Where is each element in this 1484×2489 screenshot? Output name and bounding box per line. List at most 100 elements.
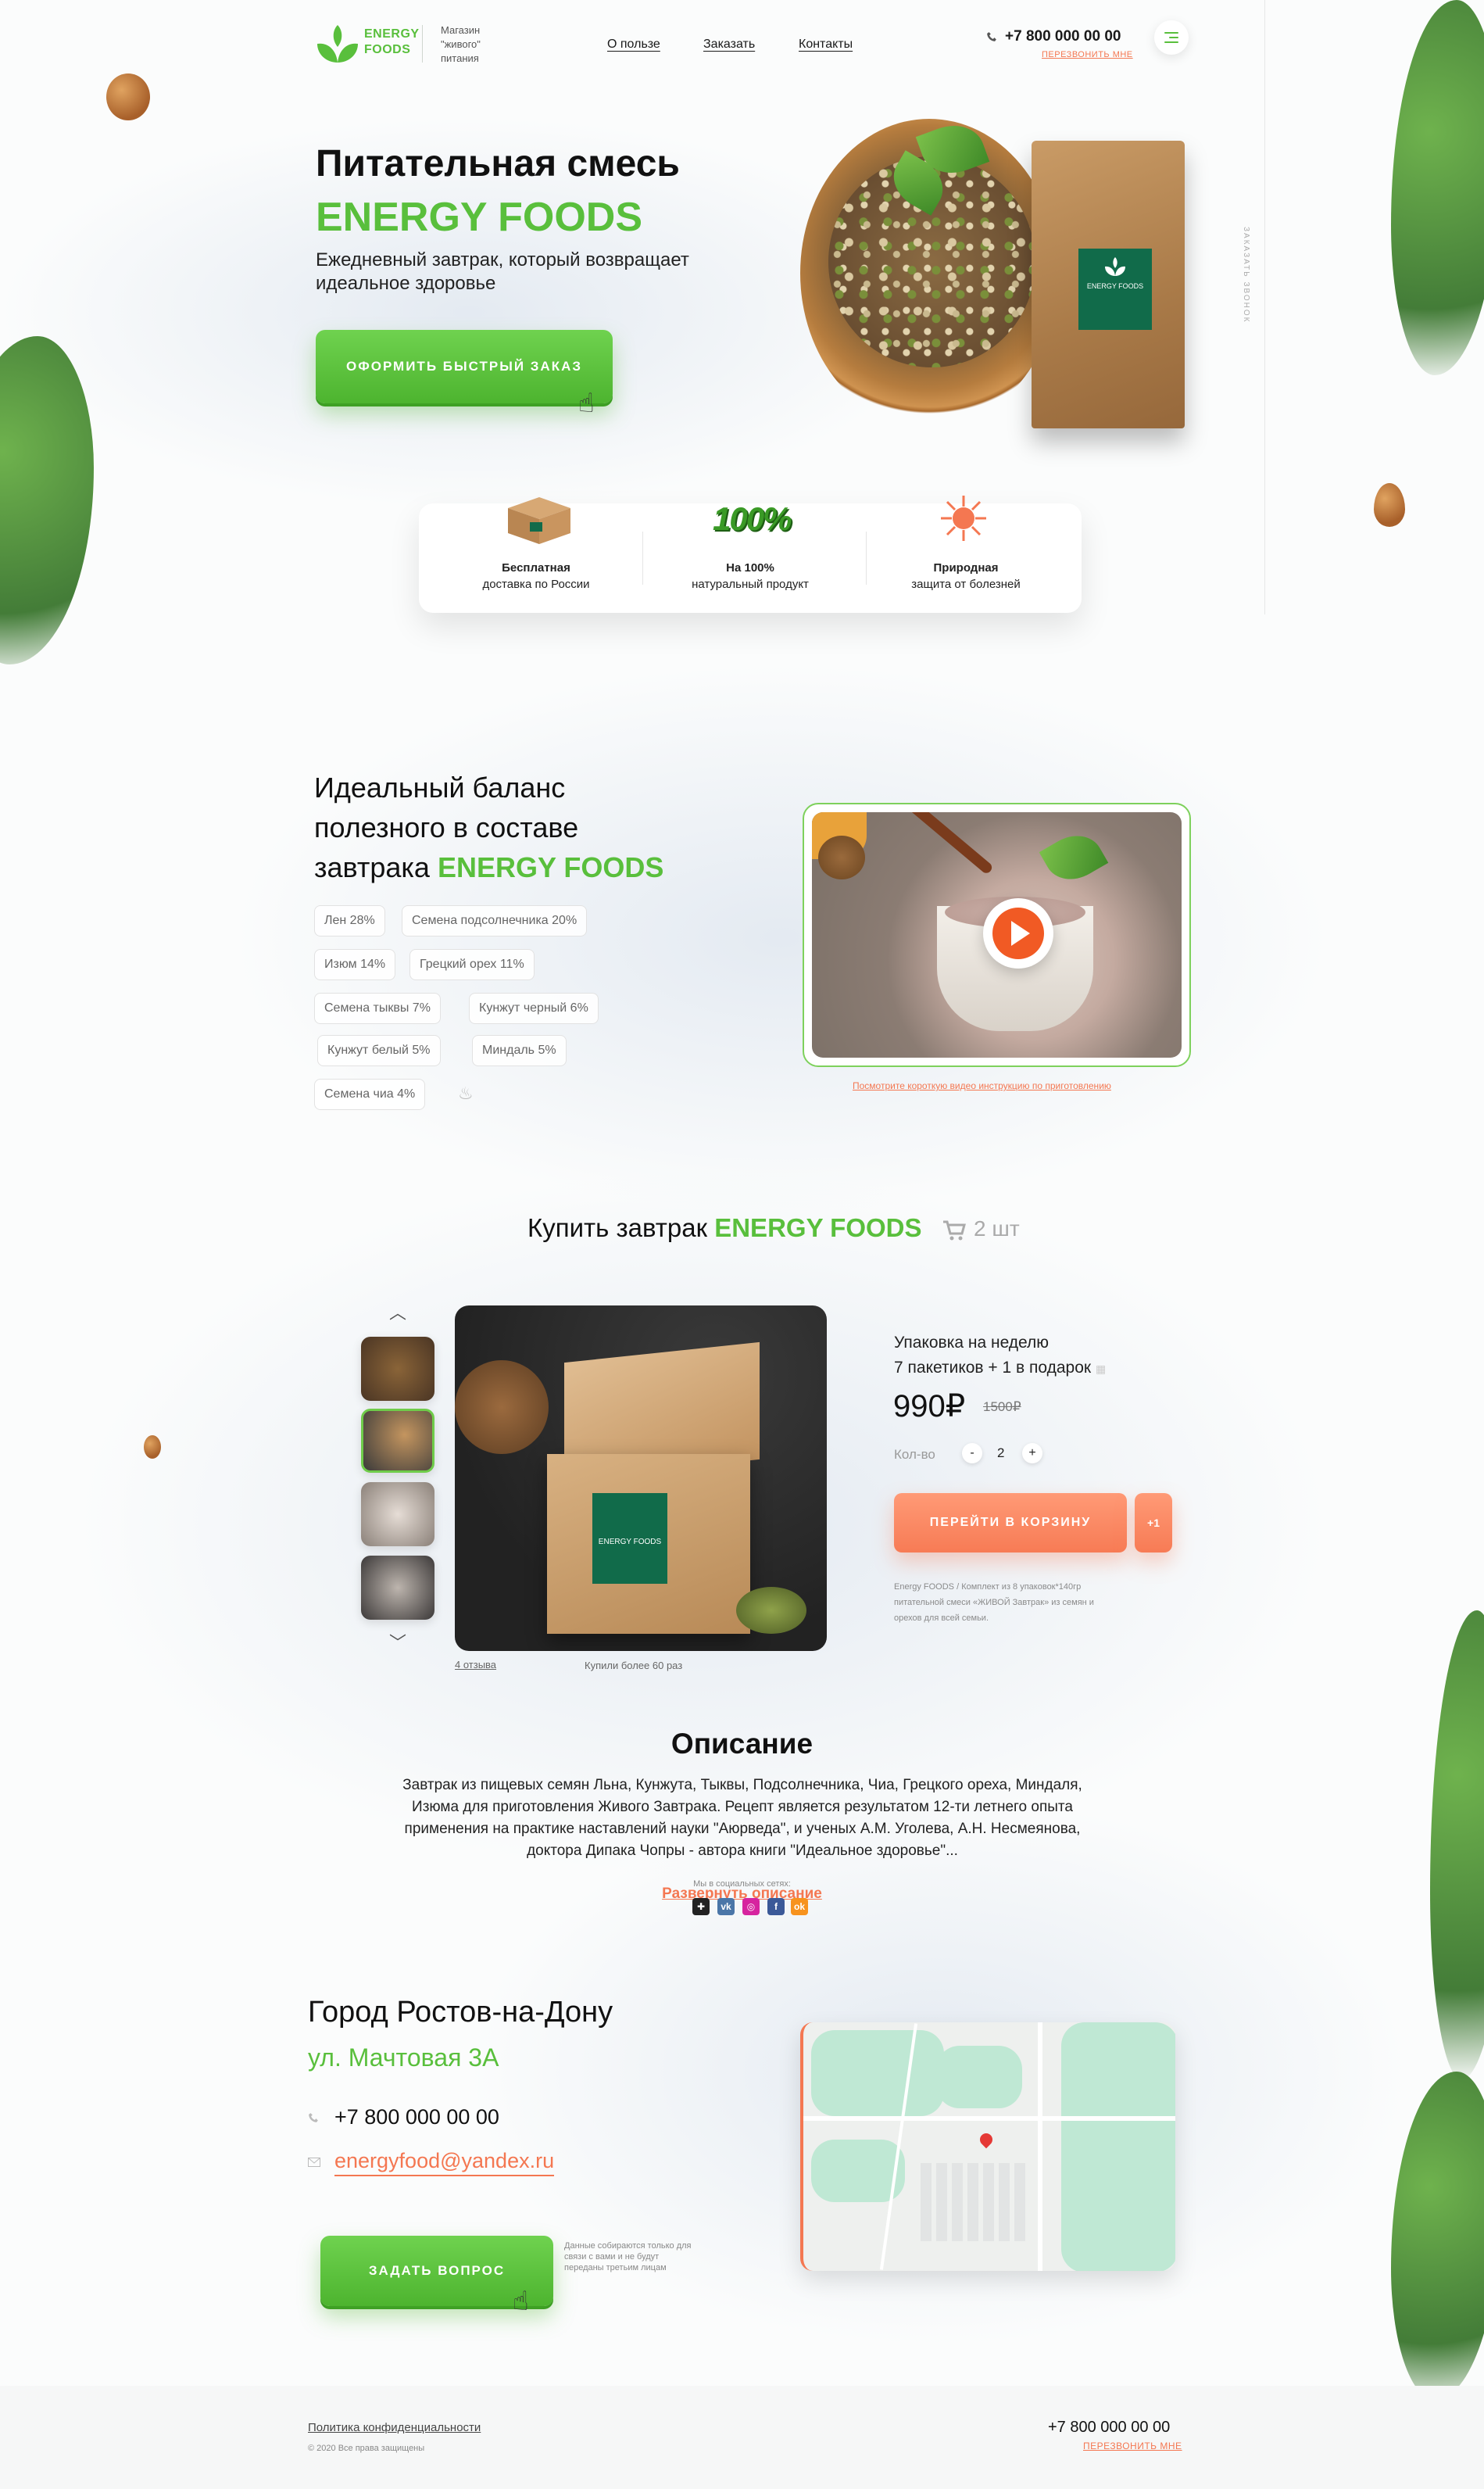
- location-map[interactable]: [800, 2022, 1175, 2271]
- footer-phone[interactable]: +7 800 000 00 00: [1048, 2419, 1170, 2437]
- cinnamon-decor: [897, 812, 994, 876]
- play-button[interactable]: [983, 898, 1053, 969]
- product-thumbnail-selected[interactable]: [361, 1409, 434, 1473]
- hero-subtitle: Ежедневный завтрак, который возвращает и…: [316, 249, 689, 294]
- copyright: © 2020 Все права защищены: [308, 2444, 425, 2453]
- logo-line1: ENERGY: [364, 27, 420, 41]
- product-thumbnail[interactable]: [361, 1337, 434, 1401]
- feature-protection: Природная защита от болезней: [911, 561, 1021, 591]
- ingredient-chip: Семена чиа 4%: [314, 1079, 426, 1110]
- chevron-down-icon[interactable]: ﹀: [389, 1629, 406, 1654]
- add-one-button[interactable]: +1: [1135, 1493, 1172, 1552]
- privacy-note: Данные собираются только для связи с вам…: [564, 2241, 692, 2272]
- ingredient-chip: Кунжут белый 5%: [317, 1035, 441, 1066]
- gift-icon: ▦: [1095, 1363, 1107, 1375]
- pack-leaf-icon: [1105, 257, 1125, 276]
- ingredient-chip: Семена тыквы 7%: [314, 993, 441, 1024]
- phone-icon: [309, 2113, 318, 2122]
- logo-text[interactable]: ENERGY FOODS: [364, 27, 420, 58]
- leaves-decor: [1391, 2072, 1484, 2400]
- logo-divider: [422, 25, 423, 63]
- logo-line2: FOODS: [364, 43, 411, 56]
- quantity-value[interactable]: 2: [997, 1445, 1004, 1461]
- hero-brand: ENERGY FOODS: [316, 195, 643, 240]
- nav-benefits[interactable]: О пользе: [607, 38, 660, 52]
- package-description: Упаковка на неделю 7 пакетиков + 1 в под…: [894, 1334, 1107, 1377]
- plus-social-icon[interactable]: ✚: [692, 1898, 710, 1915]
- leaf-logo-icon[interactable]: [316, 23, 359, 64]
- description-title: Описание: [670, 1728, 814, 1760]
- hand-cursor-icon: ☝: [578, 389, 595, 418]
- map-pin-icon[interactable]: [977, 2130, 996, 2149]
- header-callback-link[interactable]: ПЕРЕЗВОНИТЬ МНЕ: [1042, 50, 1133, 59]
- side-callback-text[interactable]: ЗАКАЗАТЬ ЗВОНОК: [1242, 227, 1250, 323]
- vk-icon[interactable]: vk: [717, 1898, 735, 1915]
- price: 990₽: [893, 1389, 966, 1424]
- box-label: ENERGY FOODS: [592, 1493, 667, 1584]
- leaves-decor: [1430, 1610, 1484, 2079]
- mail-icon: [308, 2158, 320, 2167]
- description-text: Завтрак из пищевых семян Льна, Кунжута, …: [402, 1777, 1082, 1859]
- product-thumbnail[interactable]: [361, 1556, 434, 1620]
- natural-100-icon: 100%: [713, 500, 792, 537]
- nav-order[interactable]: Заказать: [703, 38, 755, 52]
- product-main-image: ENERGY FOODS: [455, 1305, 827, 1651]
- quantity-plus-button[interactable]: +: [1022, 1443, 1042, 1463]
- ingredient-chip: Изюм 14%: [314, 949, 396, 980]
- footer: [0, 2386, 1484, 2489]
- chevron-up-icon[interactable]: ︿: [389, 1299, 406, 1324]
- bowl-icon: ♨: [458, 1083, 474, 1103]
- ingredient-chip: Лен 28%: [314, 905, 385, 937]
- product-thumbnail[interactable]: [361, 1482, 434, 1546]
- reviews-link[interactable]: 4 отзыва: [455, 1659, 496, 1671]
- nav-contacts[interactable]: Контакты: [799, 38, 853, 52]
- go-to-cart-button[interactable]: ПЕРЕЙТИ В КОРЗИНУ: [894, 1493, 1127, 1552]
- hand-cursor-icon: ☝: [513, 2287, 529, 2316]
- bought-count: Купили более 60 раз: [585, 1660, 683, 1671]
- logo-tagline: Магазин "живого" питания: [441, 24, 481, 64]
- leaves-decor: [1391, 0, 1484, 375]
- phone-icon: [987, 32, 996, 41]
- virus-icon: [941, 496, 986, 541]
- delivery-box-icon: [508, 497, 570, 544]
- contact-phone[interactable]: +7 800 000 00 00: [334, 2105, 499, 2129]
- product-note: Energy FOODS / Комплект из 8 упаковок*14…: [894, 1582, 1094, 1623]
- old-price: 1500₽: [983, 1399, 1021, 1414]
- odnoklassniki-icon[interactable]: ok: [791, 1898, 808, 1915]
- cart-icon[interactable]: [942, 1219, 966, 1241]
- ingredient-chip: Грецкий орех 11%: [409, 949, 535, 980]
- video-instruction-link[interactable]: Посмотрите короткую видео инструкцию по …: [853, 1080, 1111, 1091]
- ingredient-chip: Миндаль 5%: [472, 1035, 567, 1066]
- pumpkin-seeds-decor: [736, 1587, 806, 1634]
- leaves-decor: [0, 336, 94, 664]
- almond-decor: [1374, 483, 1405, 527]
- ingredient-chip: Семена подсолнечника 20%: [402, 905, 588, 937]
- mint-leaf-decor: [1039, 825, 1109, 890]
- walnut-decor: [818, 836, 865, 879]
- walnut-decor: [106, 73, 150, 120]
- contact-street: ул. Мачтовая 3А: [308, 2043, 499, 2072]
- feature-natural: На 100% натуральный продукт: [692, 561, 809, 591]
- video-player[interactable]: [803, 803, 1191, 1067]
- hero-title: Питательная смесь: [316, 143, 680, 184]
- header-phone[interactable]: +7 800 000 00 00: [1005, 28, 1121, 45]
- quick-order-button[interactable]: ОФОРМИТЬ БЫСТРЫЙ ЗАКАЗ: [316, 330, 613, 403]
- contact-email[interactable]: energyfood@yandex.ru: [334, 2149, 555, 2176]
- privacy-policy-link[interactable]: Политика конфиденциальности: [308, 2421, 481, 2434]
- menu-icon: [1164, 32, 1178, 34]
- balance-title: Идеальный баланс полезного в составе зав…: [314, 772, 664, 883]
- cart-count: 2 шт: [974, 1216, 1020, 1241]
- feature-delivery: Бесплатная доставка по России: [482, 561, 590, 591]
- play-icon: [992, 908, 1044, 959]
- contact-city: Город Ростов-на-Дону: [308, 1996, 613, 2029]
- quantity-label: Кол-во: [894, 1447, 935, 1462]
- side-divider: [1264, 0, 1265, 614]
- facebook-icon[interactable]: f: [767, 1898, 785, 1915]
- ingredient-chip: Кунжут черный 6%: [469, 993, 599, 1024]
- footer-callback-link[interactable]: ПЕРЕЗВОНИТЬ МНЕ: [1083, 2441, 1182, 2451]
- instagram-icon[interactable]: ◎: [742, 1898, 760, 1915]
- almond-decor: [144, 1435, 161, 1459]
- quantity-minus-button[interactable]: -: [962, 1443, 982, 1463]
- video-thumbnail: [812, 812, 1182, 1058]
- menu-button[interactable]: [1154, 20, 1189, 55]
